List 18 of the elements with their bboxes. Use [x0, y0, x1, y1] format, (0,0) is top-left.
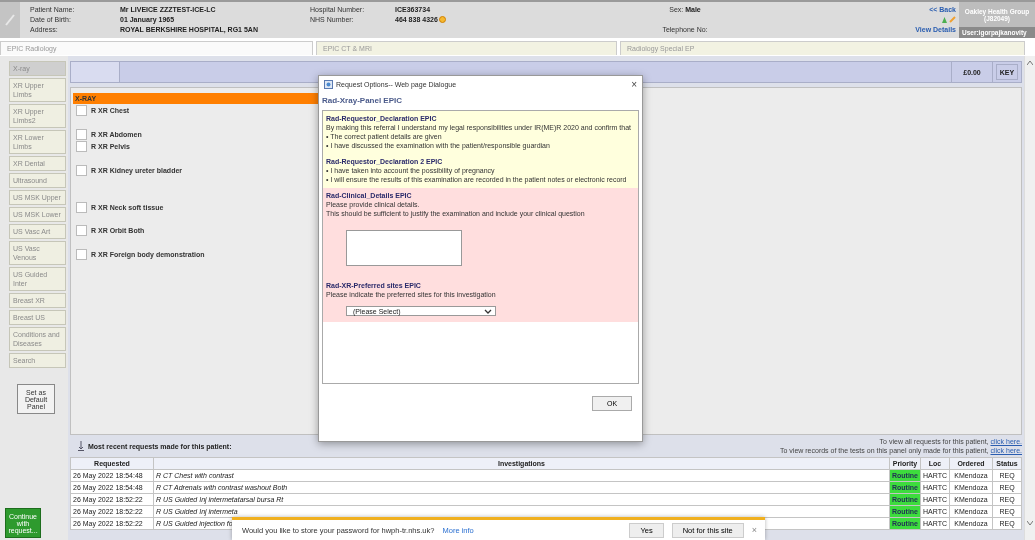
down-caret-icon[interactable] [1027, 521, 1033, 526]
page-icon [324, 79, 333, 89]
close-button[interactable]: × [631, 78, 637, 90]
checkbox[interactable] [76, 224, 87, 236]
clinical-details-field[interactable] [346, 230, 462, 266]
checkbox[interactable] [76, 128, 87, 140]
checkbox[interactable] [76, 104, 87, 116]
panel-heading: Rad-Xray-Panel EPIC [321, 95, 404, 107]
checkbox[interactable] [76, 201, 87, 213]
checkbox[interactable] [76, 248, 87, 260]
caret-icon [484, 308, 492, 314]
checkbox[interactable] [76, 164, 87, 176]
status-circle-icon [438, 15, 446, 23]
pencil-icon[interactable] [949, 15, 956, 23]
checkbox[interactable] [76, 140, 87, 152]
down-arrow-icon[interactable] [78, 441, 84, 451]
scrollbar[interactable] [1024, 56, 1035, 540]
up-caret-icon[interactable] [1027, 60, 1033, 65]
